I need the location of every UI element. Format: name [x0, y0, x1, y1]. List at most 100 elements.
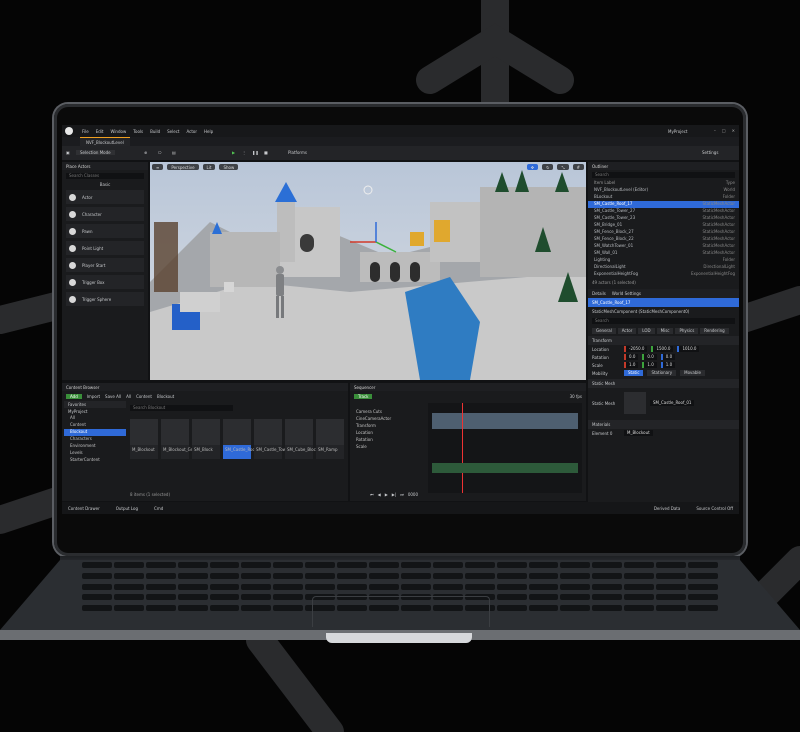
- location-z-field[interactable]: 1010.0: [677, 346, 700, 352]
- blueprint-icon[interactable]: ⎔: [158, 150, 162, 155]
- settings-dropdown[interactable]: Settings: [702, 150, 718, 155]
- menu-item[interactable]: File: [82, 129, 89, 134]
- snap-icon[interactable]: #: [572, 164, 584, 170]
- rotation-x-field[interactable]: 0.0: [624, 354, 639, 360]
- materials-section[interactable]: Materials: [588, 420, 739, 429]
- details-actor-name[interactable]: SM_Castle_Roof_17: [588, 298, 739, 307]
- outliner-row[interactable]: SM_Fence_Block_22 StaticMeshActor: [588, 236, 739, 243]
- perspective-dropdown[interactable]: Perspective: [167, 164, 199, 170]
- outliner-row[interactable]: SM_WatchTower_01 StaticMeshActor: [588, 243, 739, 250]
- place-actor-item[interactable]: Trigger Sphere: [66, 292, 144, 306]
- minimize-icon[interactable]: –: [714, 128, 716, 133]
- cmd-input[interactable]: Cmd: [154, 506, 163, 511]
- show-dropdown[interactable]: Show: [219, 164, 239, 170]
- maximize-icon[interactable]: □: [722, 128, 726, 133]
- menu-item[interactable]: Build: [150, 129, 160, 134]
- menu-item[interactable]: Window: [110, 129, 126, 134]
- import-button[interactable]: Import: [87, 394, 100, 399]
- sequencer-track[interactable]: Transform: [350, 423, 426, 430]
- asset-tile[interactable]: SM_Ramp: [316, 419, 344, 459]
- sequencer-track[interactable]: Location: [350, 430, 426, 437]
- path-crumb-all[interactable]: All: [126, 394, 131, 399]
- static-mesh-picker[interactable]: SM_Castle_Roof_01: [650, 400, 695, 406]
- asset-tile[interactable]: SM_Castle_Tower_01: [254, 419, 297, 459]
- details-category-tab[interactable]: LOD: [638, 328, 655, 334]
- outliner-row[interactable]: NVF_BlockoutLevel (Editor) World: [588, 187, 739, 194]
- derived-data-button[interactable]: Derived Data: [654, 506, 681, 511]
- add-track-button[interactable]: Track: [354, 394, 373, 399]
- outliner-row[interactable]: SM_Wall_01 StaticMeshActor: [588, 250, 739, 257]
- camera-cut-strip[interactable]: [432, 413, 578, 429]
- folder-tree-item[interactable]: Content: [64, 422, 126, 429]
- save-all-button[interactable]: Save All: [105, 394, 121, 399]
- place-actor-item[interactable]: Trigger Box: [66, 275, 144, 289]
- skip-forward-icon[interactable]: ⏭: [400, 492, 404, 497]
- place-actor-item[interactable]: Pawn: [66, 224, 144, 238]
- folder-tree-item[interactable]: Levels: [64, 450, 126, 457]
- scale-z-field[interactable]: 1.0: [660, 362, 676, 368]
- tab-details[interactable]: Details: [592, 291, 606, 296]
- material-picker[interactable]: M_Blockout: [624, 430, 653, 436]
- folder-tree-item[interactable]: Characters: [64, 436, 126, 443]
- place-actor-item[interactable]: Player Start: [66, 258, 144, 272]
- outliner-row[interactable]: SM_Bridge_01 StaticMeshActor: [588, 222, 739, 229]
- sequencer-track[interactable]: Camera Cuts: [350, 409, 426, 416]
- rotation-z-field[interactable]: 0.0: [660, 354, 676, 360]
- place-actor-item[interactable]: Point Light: [66, 241, 144, 255]
- favorites-section[interactable]: Favorites: [64, 401, 126, 408]
- details-component[interactable]: StaticMeshComponent (StaticMeshComponent…: [588, 307, 739, 316]
- place-actor-item[interactable]: Actor: [66, 190, 144, 204]
- details-category-tab[interactable]: Rendering: [700, 328, 729, 334]
- menu-item[interactable]: Help: [204, 129, 213, 134]
- details-category-tab[interactable]: General: [592, 328, 616, 334]
- playhead[interactable]: [462, 403, 463, 493]
- pause-icon[interactable]: ❚❚: [252, 150, 259, 155]
- mobility-stationary[interactable]: Stationary: [647, 370, 677, 376]
- step-back-icon[interactable]: ◀: [378, 492, 381, 497]
- asset-search[interactable]: Search Blockout: [130, 405, 233, 411]
- location-x-field[interactable]: -2050.0: [624, 346, 648, 352]
- details-search[interactable]: Search: [592, 318, 735, 324]
- add-content-icon[interactable]: ⊕: [144, 150, 147, 155]
- current-frame[interactable]: 0000: [408, 492, 418, 497]
- sequencer-track[interactable]: CineCameraActor: [350, 416, 426, 423]
- mobility-movable[interactable]: Movable: [680, 370, 705, 376]
- path-crumb-content[interactable]: Content: [136, 394, 152, 399]
- play-sequence-icon[interactable]: ▶: [385, 492, 388, 497]
- scale-x-field[interactable]: 1.0: [624, 362, 639, 368]
- outliner-row[interactable]: DirectionalLight DirectionalLight: [588, 264, 739, 271]
- folder-tree-item[interactable]: Environment: [64, 443, 126, 450]
- place-actor-item[interactable]: Character: [66, 207, 144, 221]
- folder-tree-item[interactable]: StarterContent: [64, 457, 126, 464]
- details-category-tab[interactable]: Physics: [675, 328, 699, 334]
- asset-tile[interactable]: SM_Castle_Roof_01: [223, 419, 263, 459]
- step-forward-icon[interactable]: ▶|: [392, 492, 396, 497]
- menu-item[interactable]: Select: [167, 129, 179, 134]
- cinematics-icon[interactable]: ▤: [172, 150, 176, 155]
- asset-tile[interactable]: M_Blockout_Grid: [161, 419, 196, 459]
- rotation-y-field[interactable]: 0.0: [642, 354, 657, 360]
- path-crumb-blockout[interactable]: Blockout: [157, 394, 174, 399]
- fps-dropdown[interactable]: 30 fps: [570, 394, 582, 399]
- play-options-icon[interactable]: ⋮: [242, 150, 246, 155]
- location-y-field[interactable]: 1500.0: [651, 346, 674, 352]
- outliner-row[interactable]: SM_Fence_Block_27 StaticMeshActor: [588, 229, 739, 236]
- sequencer-track[interactable]: Rotation: [350, 437, 426, 444]
- close-icon[interactable]: ✕: [732, 128, 735, 133]
- asset-tile[interactable]: M_Blockout: [130, 419, 158, 459]
- rotate-tool-icon[interactable]: ↻: [542, 164, 554, 170]
- viewport-menu-icon[interactable]: ≡: [152, 164, 164, 170]
- tab-world-settings[interactable]: World Settings: [612, 291, 641, 296]
- content-drawer-button[interactable]: Content Drawer: [68, 506, 100, 511]
- outliner-row[interactable]: Lighting Folder: [588, 257, 739, 264]
- outliner-row[interactable]: SM_Castle_Tower_27 StaticMeshActor: [588, 208, 739, 215]
- static-mesh-section[interactable]: Static Mesh: [588, 379, 739, 388]
- level-viewport[interactable]: ≡ Perspective Lit Show ✥ ↻ ⤡ #: [150, 162, 586, 380]
- place-actors-search[interactable]: Search Classes: [66, 173, 144, 179]
- sequencer-track[interactable]: Scale: [350, 444, 426, 451]
- translate-tool-icon[interactable]: ✥: [526, 164, 539, 170]
- skip-back-icon[interactable]: ⏮: [370, 492, 374, 497]
- menu-item[interactable]: Tools: [133, 129, 143, 134]
- transform-section[interactable]: Transform: [588, 336, 739, 345]
- outliner-row[interactable]: SM_Castle_Tower_23 StaticMeshActor: [588, 215, 739, 222]
